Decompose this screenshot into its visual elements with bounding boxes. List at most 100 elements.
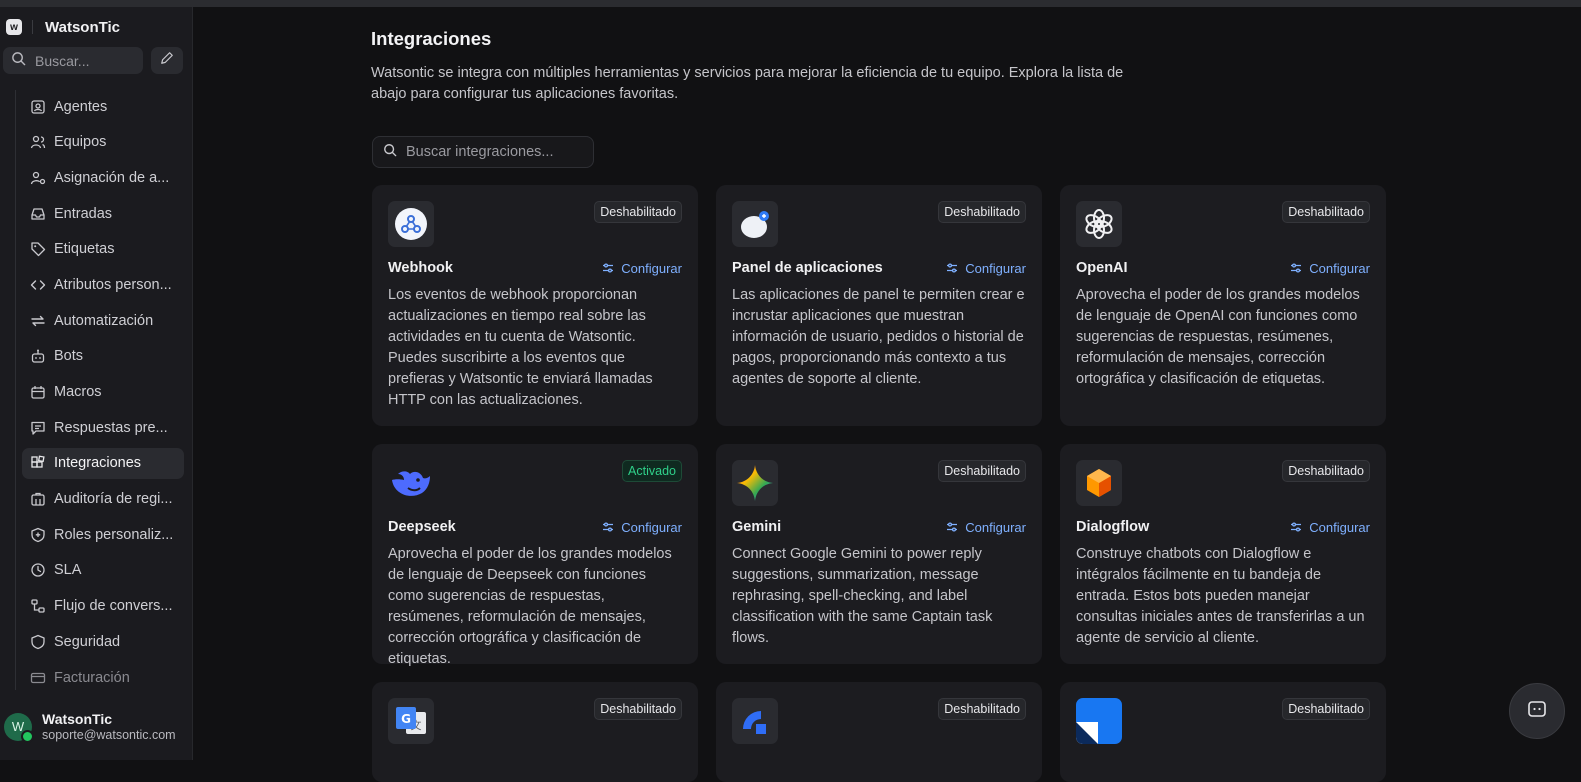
user-profile[interactable]: W WatsonTic soporte@watsontic.com bbox=[4, 711, 176, 743]
online-status-dot bbox=[21, 729, 34, 743]
webhook-icon bbox=[388, 201, 434, 247]
sidebar-search-input[interactable] bbox=[33, 51, 137, 70]
integration-name: Dialogflow bbox=[1076, 519, 1150, 535]
configure-label: Configurar bbox=[1309, 260, 1370, 276]
sidebar-item-label: Atributos person... bbox=[54, 276, 172, 293]
sliders-icon bbox=[602, 521, 614, 533]
inbox-icon bbox=[30, 206, 46, 222]
integration-description: Construye chatbots con Dialogflow e inté… bbox=[1076, 546, 1365, 646]
integration-card-dashboard-apps: Deshabilitado Panel de aplicaciones Conf… bbox=[716, 185, 1042, 426]
integration-card-deepseek: Activado Deepseek Configurar Aprovecha e… bbox=[372, 444, 698, 667]
sliders-icon bbox=[946, 521, 958, 533]
macros-icon bbox=[30, 384, 46, 400]
integration-name: OpenAI bbox=[1076, 260, 1128, 276]
integration-description: Las aplicaciones de panel te permiten cr… bbox=[732, 287, 1025, 387]
sidebar-item-label: Asignación de a... bbox=[54, 169, 170, 186]
automation-icon bbox=[30, 313, 46, 329]
status-badge: Deshabilitado bbox=[938, 698, 1026, 720]
shield-plus-icon bbox=[30, 527, 46, 543]
sidebar-item-auditoria[interactable]: Auditoría de regi... bbox=[22, 484, 184, 515]
integrations-search-input[interactable] bbox=[404, 143, 588, 161]
window-top-strip bbox=[0, 0, 1581, 7]
brand[interactable]: w WatsonTic bbox=[6, 16, 120, 38]
compose-button[interactable] bbox=[151, 47, 183, 74]
configure-label: Configurar bbox=[965, 519, 1026, 535]
sidebar-item-label: Flujo de convers... bbox=[54, 598, 173, 615]
openai-icon bbox=[1076, 201, 1122, 247]
sidebar-item-facturacion[interactable]: Facturación bbox=[22, 662, 184, 693]
sidebar: w WatsonTic Agentes Equipos Asignación d… bbox=[0, 7, 193, 760]
configure-button[interactable]: Configurar bbox=[946, 261, 1026, 276]
sidebar-item-label: Agentes bbox=[54, 98, 108, 115]
sidebar-search[interactable] bbox=[3, 47, 143, 74]
sidebar-item-equipos[interactable]: Equipos bbox=[22, 127, 184, 158]
configure-button[interactable]: Configurar bbox=[602, 261, 682, 276]
user-email: soporte@watsontic.com bbox=[42, 728, 176, 742]
chat-icon bbox=[1527, 699, 1547, 724]
configure-label: Configurar bbox=[1309, 519, 1370, 535]
sidebar-item-etiquetas[interactable]: Etiquetas bbox=[22, 234, 184, 265]
integrations-search[interactable] bbox=[372, 136, 594, 168]
tag-icon bbox=[30, 241, 46, 257]
chat-widget-button[interactable] bbox=[1509, 683, 1565, 739]
canned-response-icon bbox=[30, 420, 46, 436]
sidebar-item-entradas[interactable]: Entradas bbox=[22, 198, 184, 229]
page-description: Watsontic se integra con múltiples herra… bbox=[371, 65, 1124, 102]
dialogflow-icon bbox=[1076, 460, 1122, 506]
flow-icon bbox=[30, 598, 46, 614]
configure-button[interactable]: Configurar bbox=[602, 520, 682, 535]
sidebar-item-label: Facturación bbox=[54, 669, 130, 686]
user-name: WatsonTic bbox=[42, 711, 113, 727]
agent-icon bbox=[30, 99, 46, 115]
sidebar-item-label: Respuestas pre... bbox=[54, 419, 168, 436]
svg-text:G: G bbox=[401, 712, 411, 726]
sidebar-item-label: Bots bbox=[54, 348, 84, 365]
sidebar-item-agentes[interactable]: Agentes bbox=[22, 91, 184, 122]
brand-divider bbox=[32, 20, 33, 34]
page-title: Integraciones bbox=[371, 28, 492, 49]
pencil-icon bbox=[160, 51, 174, 70]
sidebar-item-label: Macros bbox=[54, 384, 102, 400]
integrations-grid: Deshabilitado Webhook Configurar Los eve… bbox=[372, 185, 1386, 667]
sidebar-item-integraciones[interactable]: Integraciones bbox=[22, 447, 184, 479]
deepseek-icon bbox=[388, 460, 434, 506]
sidebar-item-bots[interactable]: Bots bbox=[22, 341, 184, 372]
sidebar-item-automatizacion[interactable]: Automatización bbox=[22, 305, 184, 336]
app-name: WatsonTic bbox=[45, 18, 121, 36]
user-info: WatsonTic soporte@watsontic.com bbox=[42, 711, 176, 742]
sidebar-item-label: Roles personaliz... bbox=[54, 526, 174, 543]
notion-icon bbox=[1076, 698, 1122, 744]
search-icon bbox=[11, 51, 26, 71]
sidebar-item-macros[interactable]: Macros bbox=[22, 377, 184, 408]
integration-name: Webhook bbox=[388, 260, 453, 276]
sliders-icon bbox=[1290, 262, 1302, 274]
integration-name: Panel de aplicaciones bbox=[732, 260, 883, 276]
configure-button[interactable]: Configurar bbox=[1290, 520, 1370, 535]
sidebar-item-sla[interactable]: SLA bbox=[22, 555, 184, 586]
sidebar-item-respuestas[interactable]: Respuestas pre... bbox=[22, 412, 184, 443]
sidebar-item-roles[interactable]: Roles personaliz... bbox=[22, 519, 184, 550]
integration-card-google-translate: 文G Deshabilitado bbox=[372, 682, 698, 782]
sidebar-item-atributos[interactable]: Atributos person... bbox=[22, 269, 184, 300]
sidebar-item-asignacion[interactable]: Asignación de a... bbox=[22, 162, 184, 193]
card-icon bbox=[30, 670, 46, 686]
users-icon bbox=[30, 134, 46, 150]
configure-button[interactable]: Configurar bbox=[1290, 261, 1370, 276]
sidebar-item-label: Seguridad bbox=[54, 633, 121, 650]
configure-label: Configurar bbox=[621, 260, 682, 276]
sidebar-item-seguridad[interactable]: Seguridad bbox=[22, 626, 184, 657]
sidebar-item-flujo[interactable]: Flujo de convers... bbox=[22, 591, 184, 622]
configure-button[interactable]: Configurar bbox=[946, 520, 1026, 535]
bot-icon bbox=[30, 348, 46, 364]
integration-description: Connect Google Gemini to power reply sug… bbox=[732, 546, 993, 646]
user-assign-icon bbox=[30, 170, 46, 186]
sidebar-item-label: Etiquetas bbox=[54, 241, 115, 258]
settings-nav: Agentes Equipos Asignación de a... Entra… bbox=[22, 91, 184, 698]
configure-label: Configurar bbox=[965, 260, 1026, 276]
status-badge: Activado bbox=[622, 460, 682, 482]
integration-card-notion: Deshabilitado bbox=[1060, 682, 1386, 782]
sliders-icon bbox=[602, 262, 614, 274]
status-badge: Deshabilitado bbox=[938, 460, 1026, 482]
avatar: W bbox=[4, 712, 34, 743]
code-icon bbox=[30, 277, 46, 293]
